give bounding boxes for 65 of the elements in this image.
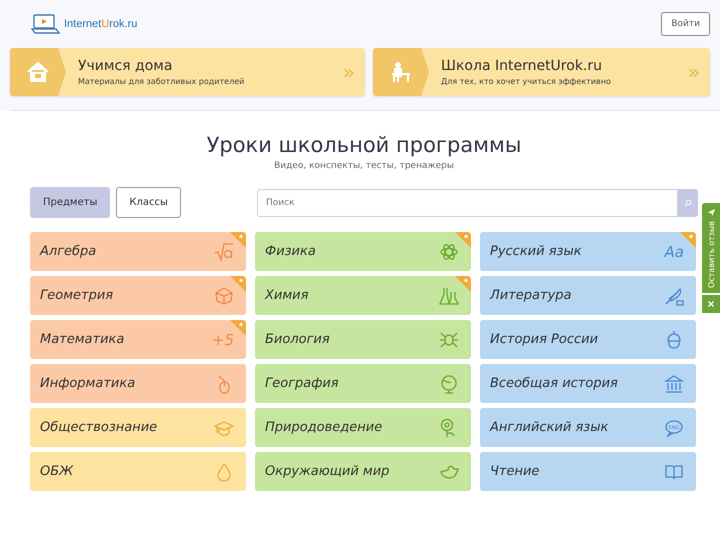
subject-name: География xyxy=(265,376,340,391)
search-icon xyxy=(684,196,692,208)
subject-card[interactable]: Обществознание xyxy=(30,408,246,447)
subject-name: Литература xyxy=(490,288,572,303)
bug-icon xyxy=(439,330,459,350)
subject-card[interactable]: Чтение xyxy=(480,452,696,491)
globe-icon xyxy=(439,374,459,394)
student-at-desk-icon xyxy=(389,60,413,84)
subject-name: ОБЖ xyxy=(40,464,74,479)
subject-name: Информатика xyxy=(40,376,136,391)
site-logo-text[interactable]: InternetUrok.ru xyxy=(64,18,138,30)
flask-icon xyxy=(439,286,459,306)
subject-card[interactable]: ОБЖ xyxy=(30,452,246,491)
subject-icon: +5 xyxy=(212,330,234,348)
house-icon xyxy=(26,60,50,84)
subject-card[interactable]: История России xyxy=(480,320,696,359)
page-subtitle: Видео, конспекты, тесты, тренажеры xyxy=(273,161,455,171)
subject-name: Алгебра xyxy=(40,244,98,259)
atom-icon xyxy=(439,242,459,262)
login-button[interactable]: Войти xyxy=(661,12,710,36)
sqrt-icon xyxy=(214,242,234,262)
subject-card[interactable]: География xyxy=(255,364,471,403)
subject-card[interactable]: Информатика xyxy=(30,364,246,403)
subject-name: Химия xyxy=(265,288,310,303)
subject-name: Природоведение xyxy=(265,420,384,435)
subject-card[interactable]: Литература xyxy=(480,276,696,315)
laptop-logo-icon[interactable] xyxy=(30,13,60,35)
building-icon xyxy=(664,374,684,394)
banner-card[interactable]: Учимся дома Материалы для заботливых родителей » xyxy=(10,48,365,96)
page-title: Уроки школьной программы xyxy=(206,133,522,157)
subject-name: Русский язык xyxy=(490,244,583,259)
subject-card[interactable]: Русский язык Aa xyxy=(480,232,696,271)
tab[interactable]: Классы xyxy=(116,187,181,218)
subject-name: Окружающий мир xyxy=(265,464,390,479)
banner-subtitle: Материалы для заботливых родителей xyxy=(78,77,246,86)
feather-icon xyxy=(664,286,684,306)
subject-card[interactable]: Химия xyxy=(255,276,471,315)
subject-name: Обществознание xyxy=(40,420,158,435)
banner-subtitle: Для тех, кто хочет учиться эффективно xyxy=(441,77,612,86)
chevron-icon: » xyxy=(342,60,355,84)
chevron-icon: » xyxy=(688,60,700,84)
subject-name: Математика xyxy=(40,332,126,347)
subject-name: Английский язык xyxy=(490,420,610,435)
subject-name: История России xyxy=(490,332,600,347)
subject-icon: Aa xyxy=(664,242,684,260)
subject-name: Всеобщая история xyxy=(490,376,619,391)
polyhedron-icon xyxy=(214,286,234,306)
banner-title: Учимся дома xyxy=(78,58,174,74)
subject-name: Чтение xyxy=(490,464,540,479)
subject-card[interactable]: Окружающий мир xyxy=(255,452,471,491)
subject-card[interactable]: Всеобщая история xyxy=(480,364,696,403)
subject-card[interactable]: Физика xyxy=(255,232,471,271)
tab[interactable]: Предметы xyxy=(30,187,110,218)
subject-name: Биология xyxy=(265,332,331,347)
paper-plane-icon xyxy=(706,208,716,217)
subject-name: Геометрия xyxy=(40,288,114,303)
subject-card[interactable]: Геометрия xyxy=(30,276,246,315)
subject-name: Физика xyxy=(265,244,317,259)
search-field[interactable]: Поиск xyxy=(257,188,678,216)
subject-card[interactable]: Биология xyxy=(255,320,471,359)
subject-card[interactable]: Алгебра xyxy=(30,232,246,271)
banner-card[interactable]: Школа InternetUrok.ru Для тех, кто хочет учиться эффективно » xyxy=(373,48,710,96)
subject-card[interactable]: Математика +5 xyxy=(30,320,246,359)
subject-card[interactable]: Природоведение xyxy=(255,408,471,447)
banner-title: Школа InternetUrok.ru xyxy=(441,58,604,74)
